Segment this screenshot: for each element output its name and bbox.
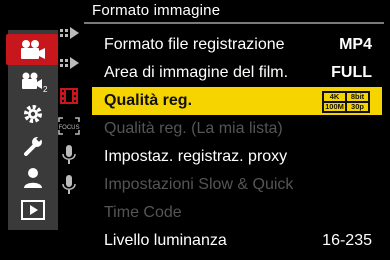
video-camera-2-icon: 2 bbox=[22, 72, 48, 93]
menu-item-proxy-rec[interactable]: Impostaz. registraz. proxy bbox=[92, 143, 382, 171]
badge-bit-depth: 8bit bbox=[346, 92, 369, 102]
menu-item-rec-file-format[interactable]: Formato file registrazione MP4 bbox=[92, 31, 382, 59]
tab-video-2[interactable]: 2 bbox=[8, 66, 58, 97]
menu-item-label: Impostaz. registraz. proxy bbox=[104, 148, 288, 165]
menu-item-label: Formato file registrazione bbox=[104, 36, 285, 53]
subtab-1[interactable] bbox=[54, 22, 84, 48]
svg-text:FOCUS: FOCUS bbox=[59, 125, 80, 131]
menu-item-value: FULL bbox=[331, 64, 372, 81]
menu-item-image-area[interactable]: Area di immagine del film. FULL bbox=[92, 59, 382, 87]
menu-item-value: 16-235 bbox=[322, 232, 372, 249]
microphone-icon bbox=[62, 145, 76, 164]
tab-playback[interactable] bbox=[8, 194, 58, 225]
tab-custom[interactable] bbox=[8, 98, 58, 129]
subtab-audio-2[interactable] bbox=[54, 172, 84, 198]
person-icon bbox=[24, 167, 42, 188]
wrench-icon bbox=[24, 134, 43, 156]
gear-icon bbox=[24, 104, 42, 123]
video-camera-icon bbox=[21, 39, 45, 59]
tab-video[interactable] bbox=[6, 34, 58, 65]
menu-item-label: Area di immagine del film. bbox=[104, 64, 289, 81]
menu-item-rec-quality[interactable]: Qualità reg. 4K 8bit 100M 30p bbox=[92, 87, 382, 115]
svg-text:2: 2 bbox=[43, 85, 48, 93]
subtab-film[interactable] bbox=[54, 83, 84, 109]
page-2-icon bbox=[60, 57, 79, 69]
badge-resolution: 4K bbox=[323, 92, 346, 102]
film-icon bbox=[60, 88, 78, 104]
menu-item-slow-quick[interactable]: Impostazioni Slow & Quick bbox=[92, 171, 382, 199]
playback-icon bbox=[21, 199, 45, 220]
rec-quality-badge: 4K 8bit 100M 30p bbox=[322, 91, 370, 113]
page-1-icon bbox=[60, 27, 79, 39]
microphone-2-icon bbox=[62, 175, 76, 194]
menu-item-luminance-level[interactable]: Livello luminanza 16-235 bbox=[92, 227, 382, 255]
menu-item-label: Qualità reg. (La mia lista) bbox=[104, 120, 283, 137]
menu-item-time-code[interactable]: Time Code bbox=[92, 199, 382, 227]
focus-icon: FOCUS bbox=[58, 117, 80, 135]
subtab-focus[interactable]: FOCUS bbox=[54, 113, 84, 139]
badge-frame-rate: 30p bbox=[346, 102, 369, 112]
category-column: 2 bbox=[6, 30, 58, 230]
badge-bitrate: 100M bbox=[323, 102, 346, 112]
menu-list: Formato file registrazione MP4 Area di i… bbox=[84, 30, 384, 258]
menu-item-rec-quality-my-list[interactable]: Qualità reg. (La mia lista) bbox=[92, 115, 382, 143]
tab-my-menu[interactable] bbox=[8, 162, 58, 193]
menu-item-label: Qualità reg. bbox=[104, 92, 193, 109]
menu-item-value: MP4 bbox=[339, 36, 372, 53]
menu-item-label: Impostazioni Slow & Quick bbox=[104, 176, 294, 193]
subtab-2[interactable] bbox=[54, 52, 84, 78]
tab-setup[interactable] bbox=[8, 130, 58, 161]
menu-item-label: Time Code bbox=[104, 204, 182, 221]
subtab-audio[interactable] bbox=[54, 142, 84, 168]
page-title: Formato immagine bbox=[92, 2, 221, 19]
menu-screen: Formato immagine 2 FOCUS Formato file re… bbox=[0, 0, 390, 260]
title-divider bbox=[84, 22, 384, 24]
menu-item-label: Livello luminanza bbox=[104, 232, 227, 249]
